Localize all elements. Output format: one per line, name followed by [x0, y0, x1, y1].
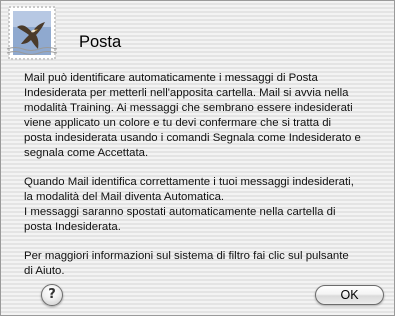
message-line: I messaggi saranno spostati automaticame…: [24, 206, 336, 218]
help-question-icon: ?: [48, 287, 56, 302]
message-line: Indesiderata per metterli nell'apposita …: [24, 87, 349, 99]
message-line: viene applicato un colore e tu devi conf…: [24, 117, 332, 129]
message-line: la modalità del Mail diventa Automatica.: [24, 191, 225, 203]
message-paragraph-help: Per maggiori informazioni sul sistema di…: [24, 249, 386, 279]
message-line: segnala come Accettata.: [24, 147, 149, 159]
message-line: posta Indesiderata.: [24, 221, 121, 233]
help-button[interactable]: ?: [41, 284, 63, 306]
message-line: posta indesiderata usando i comandi Segn…: [24, 132, 361, 144]
message-line: Mail può identificare automaticamente i …: [24, 72, 318, 84]
message-line: modalità Training. Ai messaggi che sembr…: [24, 102, 353, 114]
message-paragraph-training: Mail può identificare automaticamente i …: [24, 71, 386, 161]
message-line: Quando Mail identifica correttamente i t…: [24, 176, 354, 188]
mail-stamp-eagle-icon: [6, 6, 58, 60]
dialog-title: Posta: [79, 33, 122, 51]
message-paragraph-automatic: Quando Mail identifica correttamente i t…: [24, 175, 386, 235]
dialog-message: Mail può identificare automaticamente i …: [24, 71, 386, 279]
junk-mail-info-dialog: Posta Mail può identificare automaticame…: [0, 0, 395, 316]
ok-button[interactable]: OK: [315, 285, 384, 305]
message-line: Per maggiori informazioni sul sistema di…: [24, 250, 349, 262]
message-line: di Aiuto.: [24, 265, 65, 277]
